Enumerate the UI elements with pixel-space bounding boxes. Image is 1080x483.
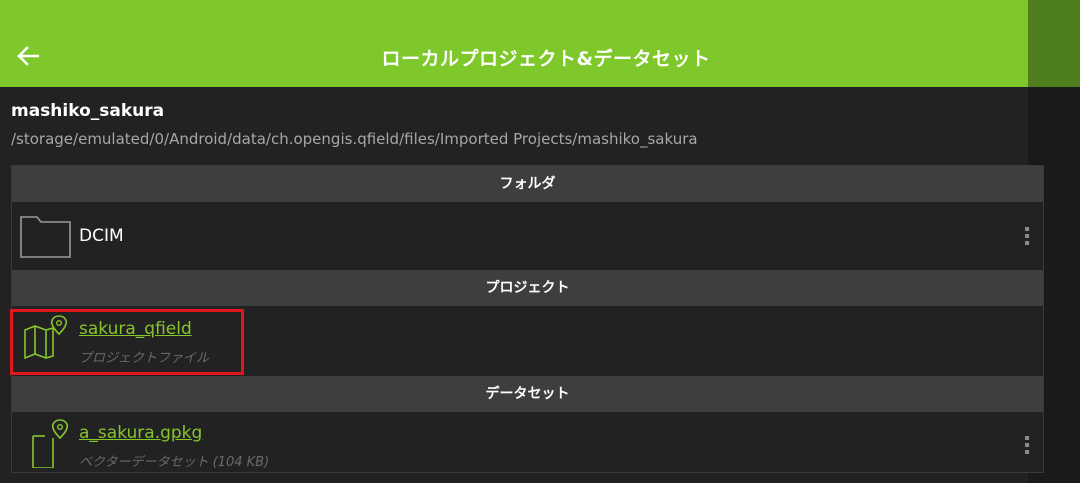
section-header-folders: フォルダ <box>12 166 1043 202</box>
local-projects-screen: ローカルプロジェクト&データセット mashiko_sakura /storag… <box>0 0 1080 483</box>
more-dots-icon <box>1025 227 1029 231</box>
app-header: ローカルプロジェクト&データセット <box>0 0 1080 87</box>
dataset-subtitle: ベクターデータセット (104 KB) <box>79 455 270 470</box>
project-name: mashiko_sakura <box>11 101 165 121</box>
file-pin-icon <box>32 419 69 468</box>
folder-icon <box>20 216 71 258</box>
page-title: ローカルプロジェクト&データセット <box>381 48 711 70</box>
section-header-projects: プロジェクト <box>12 270 1043 306</box>
dataset-more-options-button[interactable] <box>1017 430 1037 460</box>
file-list: フォルダ DCIM プロジェクト sakura_qfield プロジェクトファイ… <box>11 165 1044 473</box>
map-pin-icon <box>24 315 68 360</box>
more-options-button[interactable] <box>1017 221 1037 251</box>
list-item-project[interactable]: sakura_qfield プロジェクトファイル <box>12 306 1043 376</box>
dataset-title-link[interactable]: a_sakura.gpkg <box>79 423 202 443</box>
more-dots-icon <box>1025 436 1029 440</box>
list-item-dataset[interactable]: a_sakura.gpkg ベクターデータセット (104 KB) <box>12 412 1043 472</box>
project-path: /storage/emulated/0/Android/data/ch.open… <box>11 130 698 148</box>
list-item-folder[interactable]: DCIM <box>12 202 1043 270</box>
project-subtitle: プロジェクトファイル <box>79 351 210 366</box>
folder-title: DCIM <box>79 226 124 246</box>
section-header-datasets: データセット <box>12 376 1043 412</box>
project-title-link[interactable]: sakura_qfield <box>79 319 192 339</box>
